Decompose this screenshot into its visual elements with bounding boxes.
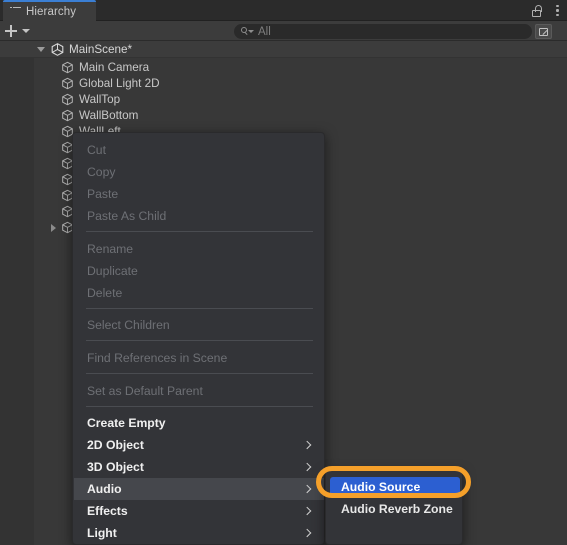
menu-item-label: Select Children bbox=[87, 318, 170, 332]
gameobject-cube-icon bbox=[61, 61, 74, 74]
menu-separator bbox=[86, 308, 313, 309]
scene-name: MainScene* bbox=[69, 42, 133, 56]
menu-item-label: Set as Default Parent bbox=[87, 384, 203, 398]
gameobject-name: Main Camera bbox=[79, 61, 150, 74]
tree-row-gameobject[interactable]: WallBottom bbox=[0, 107, 567, 124]
gameobject-name: WallBottom bbox=[79, 109, 139, 122]
menu-item-delete[interactable]: Delete bbox=[74, 282, 324, 304]
menu-item-light[interactable]: Light bbox=[74, 522, 324, 544]
gameobject-name: WallTop bbox=[79, 93, 121, 106]
chevron-right-icon bbox=[303, 507, 312, 516]
menu-item-paste[interactable]: Paste bbox=[74, 183, 324, 205]
submenu-item-label: Audio Reverb Zone bbox=[341, 502, 453, 516]
chevron-down-icon[interactable] bbox=[37, 46, 45, 52]
menu-item-paste-as-child[interactable]: Paste As Child bbox=[74, 205, 324, 227]
plus-icon bbox=[5, 25, 18, 38]
menu-item-label: Cut bbox=[87, 143, 106, 157]
menu-separator bbox=[86, 340, 313, 341]
unity-hierarchy-window: Hierarchy All MainScene* Main Camera Glo… bbox=[0, 0, 567, 545]
menu-item-label: Effects bbox=[87, 504, 128, 518]
menu-item-cut[interactable]: Cut bbox=[74, 139, 324, 161]
kebab-menu-icon[interactable] bbox=[552, 4, 563, 17]
menu-item-2d-object[interactable]: 2D Object bbox=[74, 434, 324, 456]
menu-item-copy[interactable]: Copy bbox=[74, 161, 324, 183]
audio-submenu: Audio Source Audio Reverb Zone bbox=[325, 470, 463, 545]
menu-item-label: Duplicate bbox=[87, 264, 138, 278]
menu-separator bbox=[86, 406, 313, 407]
add-gameobject-button[interactable] bbox=[5, 23, 30, 39]
window-tab-actions bbox=[532, 0, 563, 21]
gameobject-name: Global Light 2D bbox=[79, 77, 160, 90]
chevron-right-icon bbox=[303, 463, 312, 472]
gameobject-cube-icon bbox=[61, 109, 74, 122]
menu-item-label: Copy bbox=[87, 165, 116, 179]
chevron-right-icon bbox=[303, 441, 312, 450]
tab-hierarchy-label: Hierarchy bbox=[26, 5, 77, 18]
tab-hierarchy[interactable]: Hierarchy bbox=[3, 0, 96, 21]
unity-scene-icon bbox=[51, 42, 64, 56]
search-input[interactable]: All bbox=[234, 24, 532, 39]
search-placeholder: All bbox=[258, 25, 271, 38]
submenu-item-audio-source[interactable]: Audio Source bbox=[330, 477, 460, 497]
menu-item-label: Light bbox=[87, 526, 117, 540]
menu-item-label: Rename bbox=[87, 242, 134, 256]
menu-item-label: Delete bbox=[87, 286, 123, 300]
chevron-right-icon bbox=[303, 485, 312, 494]
tree-row-scene[interactable]: MainScene* bbox=[0, 41, 567, 58]
search-icon[interactable] bbox=[241, 27, 254, 37]
menu-item-label: Paste As Child bbox=[87, 209, 167, 223]
gameobject-cube-icon bbox=[61, 77, 74, 90]
context-menu: Cut Copy Paste Paste As Child Rename Dup… bbox=[72, 132, 325, 545]
menu-item-find-references-in-scene[interactable]: Find References in Scene bbox=[74, 347, 324, 369]
popout-window-icon[interactable] bbox=[535, 24, 552, 39]
menu-item-label: 2D Object bbox=[87, 438, 144, 452]
menu-item-3d-object[interactable]: 3D Object bbox=[74, 456, 324, 478]
menu-item-rename[interactable]: Rename bbox=[74, 238, 324, 260]
tree-row-gameobject[interactable]: Global Light 2D bbox=[0, 75, 567, 92]
menu-item-label: Audio bbox=[87, 482, 122, 496]
menu-item-audio[interactable]: Audio bbox=[74, 478, 324, 500]
window-tab-bar: Hierarchy bbox=[0, 0, 567, 21]
menu-item-set-as-default-parent[interactable]: Set as Default Parent bbox=[74, 380, 324, 402]
menu-item-label: 3D Object bbox=[87, 460, 144, 474]
chevron-right-icon[interactable] bbox=[51, 223, 56, 232]
hierarchy-toolbar: All bbox=[0, 21, 567, 41]
tree-row-gameobject[interactable]: Main Camera bbox=[0, 59, 567, 76]
menu-item-create-empty[interactable]: Create Empty bbox=[74, 412, 324, 434]
gameobject-cube-icon bbox=[61, 93, 74, 106]
chevron-right-icon bbox=[303, 529, 312, 538]
caret-down-icon bbox=[22, 29, 30, 33]
hierarchy-icon bbox=[10, 6, 21, 17]
submenu-item-label: Audio Source bbox=[341, 480, 421, 494]
tree-row-gameobject[interactable]: WallTop bbox=[0, 91, 567, 108]
menu-item-duplicate[interactable]: Duplicate bbox=[74, 260, 324, 282]
submenu-item-audio-reverb-zone[interactable]: Audio Reverb Zone bbox=[330, 499, 460, 519]
menu-item-select-children[interactable]: Select Children bbox=[74, 314, 324, 336]
menu-separator bbox=[86, 373, 313, 374]
menu-item-effects[interactable]: Effects bbox=[74, 500, 324, 522]
menu-separator bbox=[86, 231, 313, 232]
menu-item-label: Paste bbox=[87, 187, 119, 201]
menu-item-label: Find References in Scene bbox=[87, 351, 228, 365]
menu-item-label: Create Empty bbox=[87, 416, 166, 430]
lock-open-icon[interactable] bbox=[532, 4, 542, 17]
